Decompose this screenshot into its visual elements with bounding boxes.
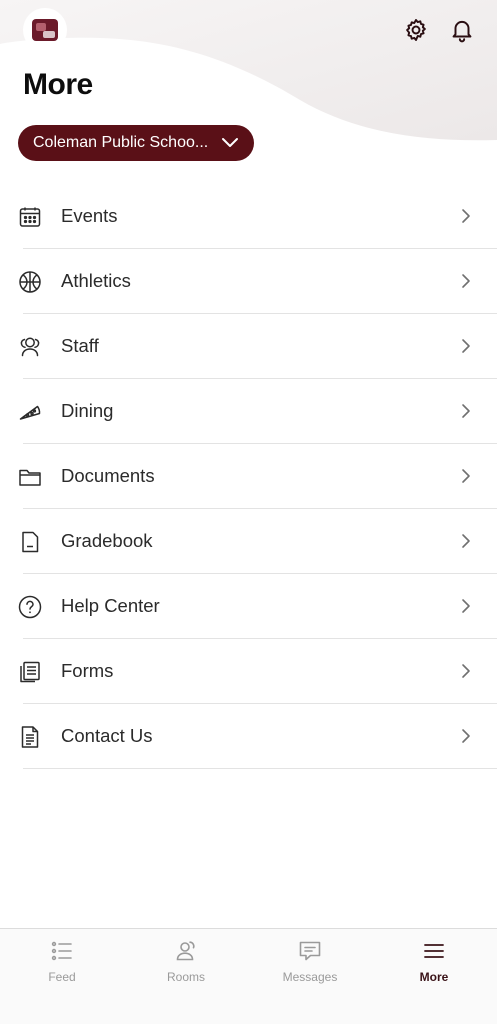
pizza-icon xyxy=(19,405,41,420)
menu-item-label: Gradebook xyxy=(61,530,153,551)
folder-icon xyxy=(19,469,41,486)
divider xyxy=(23,768,497,769)
rooms-icon xyxy=(176,941,195,961)
menu-item-label: Athletics xyxy=(61,270,131,291)
menu-item-staff[interactable]: Staff xyxy=(0,314,497,379)
messages-icon xyxy=(299,941,321,961)
tab-feed[interactable]: Feed xyxy=(0,929,124,1024)
forms-icon xyxy=(20,661,40,683)
menu-item-events[interactable]: Events xyxy=(0,184,497,249)
more-menu-list: Events Athletics Staff Dining Documents … xyxy=(0,184,497,769)
menu-item-label: Documents xyxy=(61,465,155,486)
chevron-right-icon xyxy=(462,664,470,678)
basketball-icon xyxy=(19,271,41,293)
tab-messages[interactable]: Messages xyxy=(248,929,372,1024)
help-icon xyxy=(18,595,42,619)
notifications-button[interactable] xyxy=(446,14,478,46)
menu-item-gradebook[interactable]: Gradebook xyxy=(0,509,497,574)
tab-label: Feed xyxy=(48,970,76,984)
school-logo-avatar[interactable] xyxy=(23,8,67,52)
gear-icon xyxy=(406,19,426,41)
chevron-right-icon xyxy=(462,274,470,288)
chevron-right-icon xyxy=(462,599,470,613)
menu-item-label: Contact Us xyxy=(61,725,153,746)
school-selector-dropdown[interactable]: Coleman Public Schoo... xyxy=(18,125,254,161)
menu-item-label: Dining xyxy=(61,400,114,421)
menu-item-contact-us[interactable]: Contact Us xyxy=(0,704,497,769)
menu-item-athletics[interactable]: Athletics xyxy=(0,249,497,314)
gradebook-icon xyxy=(22,531,39,553)
contact-icon xyxy=(21,726,39,748)
menu-icon xyxy=(424,944,444,958)
header: More Coleman Public Schoo... xyxy=(0,0,497,180)
staff-icon xyxy=(20,337,40,357)
tab-more[interactable]: More xyxy=(372,929,496,1024)
chevron-down-icon xyxy=(222,138,238,147)
menu-item-documents[interactable]: Documents xyxy=(0,444,497,509)
chevron-right-icon xyxy=(462,339,470,353)
chevron-right-icon xyxy=(462,469,470,483)
menu-item-help-center[interactable]: Help Center xyxy=(0,574,497,639)
page-title: More xyxy=(23,68,93,101)
feed-icon xyxy=(51,941,72,961)
tab-rooms[interactable]: Rooms xyxy=(124,929,248,1024)
calendar-icon xyxy=(19,207,41,227)
tab-label: Rooms xyxy=(166,970,205,984)
menu-item-label: Help Center xyxy=(61,595,160,616)
menu-item-label: Events xyxy=(61,205,118,226)
tab-label: Messages xyxy=(282,970,338,984)
settings-button[interactable] xyxy=(400,14,432,46)
menu-item-label: Forms xyxy=(61,660,114,681)
chevron-right-icon xyxy=(462,729,470,743)
menu-item-label: Staff xyxy=(61,335,99,356)
chevron-right-icon xyxy=(462,404,470,418)
bottom-tab-bar: Feed Rooms Messages More xyxy=(0,928,497,1024)
chevron-right-icon xyxy=(462,534,470,548)
menu-item-dining[interactable]: Dining xyxy=(0,379,497,444)
bell-icon xyxy=(452,20,472,43)
tab-label: More xyxy=(419,970,449,984)
school-logo-image xyxy=(32,19,58,41)
school-selector-label: Coleman Public Schoo... xyxy=(33,134,209,151)
menu-item-forms[interactable]: Forms xyxy=(0,639,497,704)
chevron-right-icon xyxy=(462,209,470,223)
